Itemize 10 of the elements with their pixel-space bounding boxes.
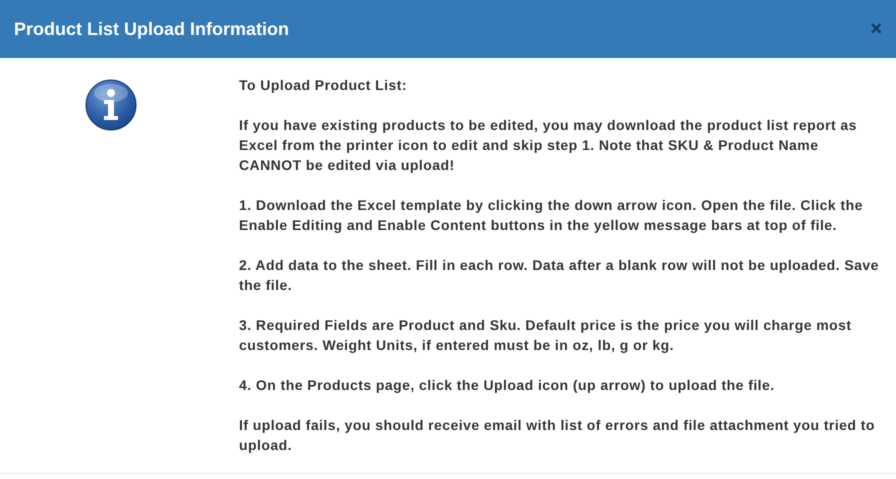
close-button[interactable]: ×: [868, 19, 884, 39]
instruction-paragraph: If upload fails, you should receive email with list of errors and file attachment you tried to upload.: [239, 416, 876, 455]
dialog-title: Product List Upload Information: [14, 18, 289, 40]
instruction-paragraph: 4. On the Products page, click the Upload icon (up arrow) to upload the file.: [239, 376, 776, 395]
info-icon: [84, 79, 136, 131]
instruction-paragraph: 2. Add data to the sheet. Fill in each row. Data after a blank row will not be uploaded. Save the file.: [239, 256, 880, 295]
instruction-paragraph: If you have existing products to be edited, you may download the product list report as Excel from the printer icon to edit and skip step 1. Note that SKU & Product Name CANNOT be edited via upload!: [239, 116, 858, 175]
instruction-paragraph: 3. Required Fields are Product and Sku. Default price is the price you will charge most customers. Weight Units, if entered must be in oz, lb, g or kg.: [239, 316, 853, 355]
instruction-paragraph: 1. Download the Excel template by clicking the down arrow icon. Open the file. Click the Enable Editing and Enable Content buttons in the yellow message bars at top of file.: [239, 196, 864, 235]
instructions-heading: To Upload Product List:: [239, 76, 408, 95]
